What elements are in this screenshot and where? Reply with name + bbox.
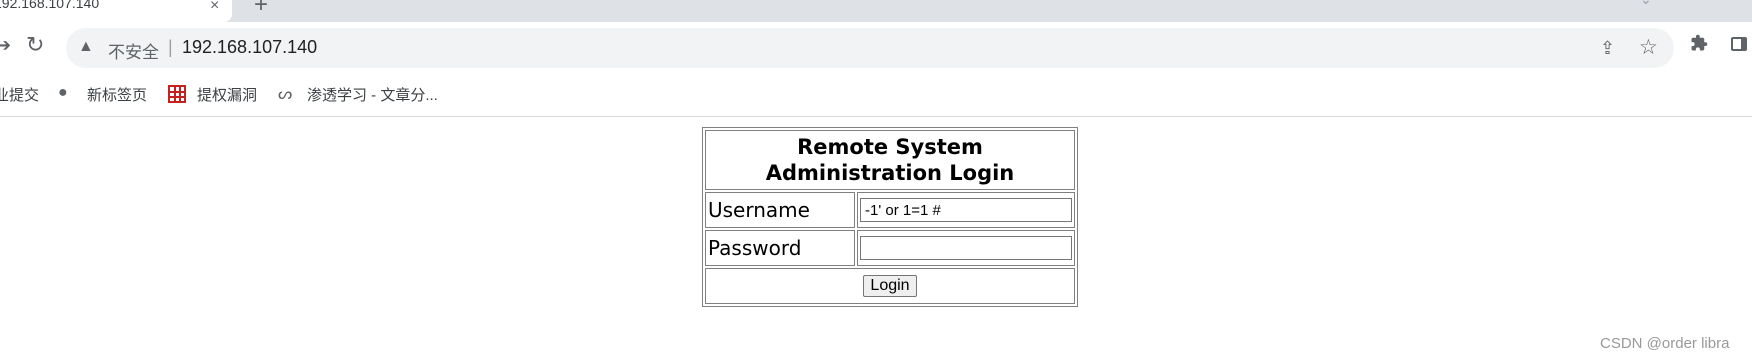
username-cell — [857, 192, 1075, 228]
tab-title: 192.168.107.140 — [0, 0, 100, 11]
username-input[interactable] — [860, 198, 1072, 222]
tab-close-icon[interactable]: × — [210, 0, 219, 15]
login-button-cell: Login — [705, 268, 1075, 304]
bookmark-item[interactable]: 渗透学习 - 文章分... — [307, 84, 438, 105]
side-panel-icon[interactable] — [1731, 37, 1747, 51]
bookmark-item[interactable]: 业提交 — [0, 84, 39, 105]
login-table: Remote System Administration Login Usern… — [702, 127, 1078, 307]
forward-arrow-icon[interactable]: ➔ — [0, 35, 11, 56]
leaf-icon: ᔕ — [278, 86, 293, 103]
new-tab-button[interactable]: + — [254, 0, 268, 19]
tab-search-chevron-icon[interactable]: ⌄ — [1640, 0, 1652, 8]
extensions-puzzle-icon[interactable] — [1690, 34, 1708, 51]
share-icon[interactable]: ⇪ — [1600, 38, 1615, 59]
security-status[interactable]: 不安全 — [108, 38, 159, 63]
reload-icon[interactable]: ↻ — [26, 32, 44, 58]
password-cell — [857, 230, 1075, 266]
password-label: Password — [705, 230, 855, 266]
address-separator: | — [168, 37, 173, 57]
bookmark-item[interactable]: 提权漏洞 — [197, 84, 257, 105]
watermark: CSDN @order libra — [1600, 335, 1730, 352]
browser-toolbar: ➔ ↻ ▲ 不安全 | 192.168.107.140 ⇪ ☆ — [0, 22, 1752, 74]
browser-tab[interactable]: 192.168.107.140 × — [0, 0, 232, 22]
login-button[interactable]: Login — [863, 275, 917, 297]
warning-icon[interactable]: ▲ — [78, 38, 94, 56]
login-title: Remote System Administration Login — [705, 130, 1075, 190]
tab-strip: 192.168.107.140 × + ⌄ — [0, 0, 1752, 22]
password-input[interactable] — [860, 236, 1072, 260]
grid-icon — [168, 85, 186, 103]
address-bar[interactable]: ▲ 不安全 | 192.168.107.140 ⇪ ☆ — [66, 28, 1674, 68]
bookmarks-bar: 业提交 ● 新标签页 提权漏洞 ᔕ 渗透学习 - 文章分... — [0, 74, 1752, 117]
bookmark-star-icon[interactable]: ☆ — [1639, 35, 1658, 60]
url-text[interactable]: 192.168.107.140 — [182, 37, 317, 58]
globe-icon: ● — [58, 84, 68, 101]
bookmark-item[interactable]: 新标签页 — [87, 84, 147, 105]
username-label: Username — [705, 192, 855, 228]
